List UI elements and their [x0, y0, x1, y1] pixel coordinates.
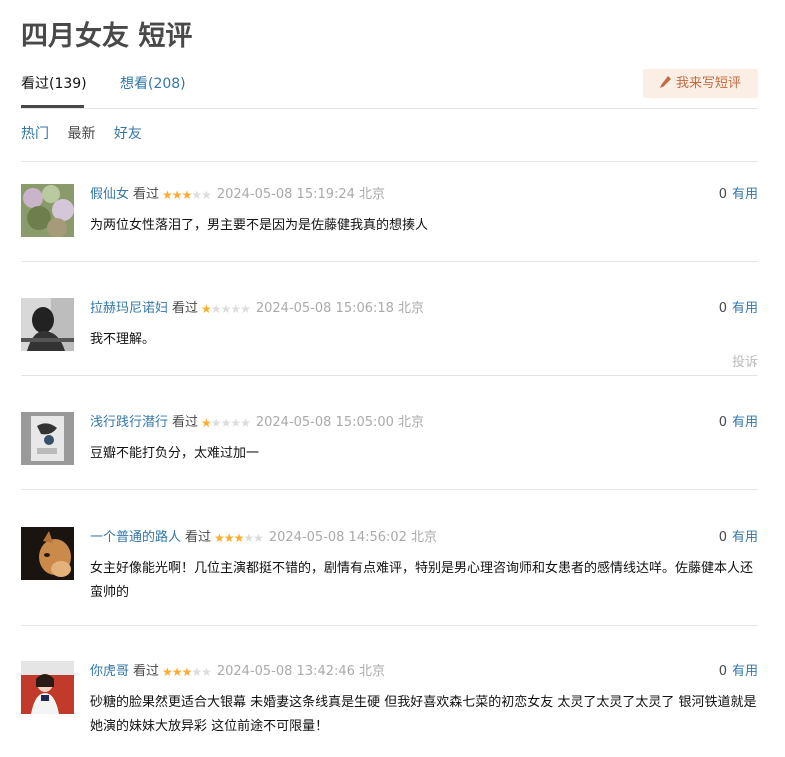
star-empty-icon: ★	[240, 416, 251, 430]
star-empty-icon: ★	[240, 302, 251, 316]
comment-text: 为两位女性落泪了，男主要不是因为是佐藤健我真的想揍人	[90, 218, 429, 233]
divider	[21, 161, 758, 162]
avatar[interactable]	[21, 527, 74, 580]
divider	[21, 625, 758, 626]
rating-stars: ★★★★★	[201, 414, 251, 432]
report-button[interactable]: 投诉	[732, 351, 758, 370]
avatar[interactable]	[21, 661, 74, 714]
useful-count: 0	[718, 664, 727, 679]
useful-count: 0	[718, 415, 727, 430]
rating-stars: ★★★★★	[162, 186, 212, 204]
useful-count: 0	[718, 301, 727, 316]
star-empty-icon: ★	[230, 416, 241, 430]
star-filled-icon: ★	[233, 531, 245, 545]
divider	[21, 261, 758, 262]
useful-button[interactable]: 有用	[732, 664, 758, 679]
comment-text: 女主好像能光啊！几位主演都挺不错的，剧情有点难评，特别是男心理咨询师和女患者的感…	[90, 561, 754, 600]
comment-time: 2024-05-08 15:06:18 北京	[255, 301, 425, 316]
useful-button[interactable]: 有用	[732, 530, 758, 545]
useful-count: 0	[718, 530, 727, 545]
tab-bar: 看过(139) 想看(208) 我来写短评	[21, 68, 758, 109]
useful-vote: 0 有用	[719, 663, 758, 681]
rating-stars: ★★★★★	[162, 663, 212, 681]
star-filled-icon: ★	[171, 188, 183, 202]
pencil-icon	[659, 71, 671, 100]
useful-button[interactable]: 有用	[732, 415, 758, 430]
useful-vote: 0 有用	[719, 529, 758, 547]
watch-status: 看过	[133, 664, 160, 679]
star-filled-icon: ★	[181, 188, 193, 202]
comment-time: 2024-05-08 15:19:24 北京	[216, 187, 386, 202]
star-filled-icon: ★	[162, 665, 173, 679]
star-filled-icon: ★	[181, 665, 193, 679]
rating-stars: ★★★★★	[201, 300, 251, 318]
star-filled-icon: ★	[201, 302, 212, 316]
username[interactable]: 浅行践行潜行	[90, 415, 168, 430]
star-filled-icon: ★	[201, 416, 212, 430]
comment-header: 浅行践行潜行 看过 ★★★★★ 2024-05-08 15:05:00 北京	[90, 414, 424, 432]
comment-header: 假仙女 看过 ★★★★★ 2024-05-08 15:19:24 北京	[90, 186, 385, 204]
useful-button[interactable]: 有用	[732, 187, 758, 202]
watch-status: 看过	[133, 187, 160, 202]
tab-want[interactable]: 想看(208)	[120, 74, 186, 94]
useful-button[interactable]: 有用	[732, 301, 758, 316]
watch-status: 看过	[172, 415, 199, 430]
write-review-label: 我来写短评	[675, 76, 741, 91]
avatar[interactable]	[21, 298, 74, 351]
useful-vote: 0 有用	[719, 300, 758, 318]
comment-header: 你虎哥 看过 ★★★★★ 2024-05-08 13:42:46 北京	[90, 663, 385, 681]
filter-friends[interactable]: 好友	[114, 126, 142, 142]
useful-vote: 0 有用	[719, 186, 758, 204]
watch-status: 看过	[172, 301, 199, 316]
username[interactable]: 拉赫玛尼诺妇	[90, 301, 168, 316]
comment-time: 2024-05-08 15:05:00 北京	[255, 415, 425, 430]
star-empty-icon: ★	[220, 416, 232, 430]
star-filled-icon: ★	[214, 531, 225, 545]
page-title: 四月女友 短评	[21, 21, 193, 52]
rating-stars: ★★★★★	[214, 529, 264, 547]
comment-header: 拉赫玛尼诺妇 看过 ★★★★★ 2024-05-08 15:06:18 北京	[90, 300, 424, 318]
comment-time: 2024-05-08 14:56:02 北京	[268, 530, 438, 545]
comment-text: 豆瓣不能打负分，太难过加一	[90, 446, 260, 461]
star-empty-icon: ★	[201, 188, 212, 202]
avatar[interactable]	[21, 184, 74, 237]
useful-vote: 0 有用	[719, 414, 758, 432]
divider	[21, 375, 758, 376]
star-filled-icon: ★	[171, 665, 183, 679]
tab-seen[interactable]: 看过(139)	[21, 74, 87, 108]
write-review-button[interactable]: 我来写短评	[643, 69, 758, 98]
star-empty-icon: ★	[191, 188, 202, 202]
comment-text: 我不理解。	[90, 332, 156, 347]
comment-time: 2024-05-08 13:42:46 北京	[216, 664, 386, 679]
star-empty-icon: ★	[220, 302, 232, 316]
username[interactable]: 一个普通的路人	[90, 530, 181, 545]
username[interactable]: 假仙女	[90, 187, 129, 202]
filter-hot[interactable]: 热门	[21, 126, 49, 142]
star-empty-icon: ★	[191, 665, 202, 679]
star-filled-icon: ★	[223, 531, 235, 545]
star-empty-icon: ★	[243, 531, 254, 545]
username[interactable]: 你虎哥	[90, 664, 129, 679]
divider	[21, 489, 758, 490]
filter-latest[interactable]: 最新	[67, 126, 95, 142]
comment-text: 砂糖的脸果然更适合大银幕 未婚妻这条线真是生硬 但我好喜欢森七菜的初恋女友 太灵…	[90, 695, 757, 734]
comment-header: 一个普通的路人 看过 ★★★★★ 2024-05-08 14:56:02 北京	[90, 529, 437, 547]
star-empty-icon: ★	[210, 416, 222, 430]
watch-status: 看过	[185, 530, 212, 545]
star-empty-icon: ★	[210, 302, 222, 316]
star-empty-icon: ★	[201, 665, 212, 679]
useful-count: 0	[718, 187, 727, 202]
star-empty-icon: ★	[230, 302, 241, 316]
filter-bar: 热门 最新 好友	[21, 124, 156, 144]
star-empty-icon: ★	[253, 531, 264, 545]
star-filled-icon: ★	[162, 188, 173, 202]
avatar[interactable]	[21, 412, 74, 465]
